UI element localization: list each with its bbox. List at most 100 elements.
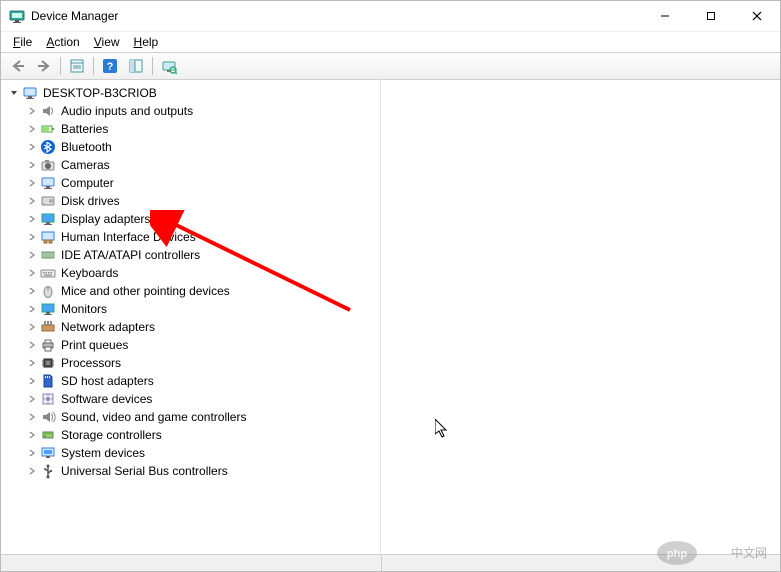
tree-item-label: Software devices	[59, 392, 154, 406]
forward-button[interactable]	[31, 54, 57, 78]
chevron-right-icon[interactable]	[25, 428, 39, 442]
storage-icon	[40, 427, 56, 443]
splitter[interactable]	[380, 77, 381, 555]
tree-item[interactable]: System devices	[7, 444, 780, 462]
close-button[interactable]	[734, 1, 780, 31]
printer-icon	[40, 337, 56, 353]
properties-button[interactable]	[64, 54, 90, 78]
chevron-right-icon[interactable]	[25, 122, 39, 136]
disk-icon	[40, 193, 56, 209]
chevron-right-icon[interactable]	[25, 230, 39, 244]
camera-icon	[40, 157, 56, 173]
chevron-right-icon[interactable]	[25, 248, 39, 262]
tree-item[interactable]: Software devices	[7, 390, 780, 408]
sound-icon	[40, 409, 56, 425]
chevron-right-icon[interactable]	[25, 176, 39, 190]
window-title: Device Manager	[31, 9, 118, 23]
tree-item[interactable]: Computer	[7, 174, 780, 192]
chevron-right-icon[interactable]	[25, 212, 39, 226]
bluetooth-icon	[40, 139, 56, 155]
chevron-right-icon[interactable]	[25, 446, 39, 460]
app-icon	[9, 8, 25, 24]
display-icon	[40, 211, 56, 227]
tree-item[interactable]: Batteries	[7, 120, 780, 138]
tree-item[interactable]: Monitors	[7, 300, 780, 318]
chevron-right-icon[interactable]	[25, 140, 39, 154]
tree-item-label: Disk drives	[59, 194, 122, 208]
chevron-right-icon[interactable]	[25, 392, 39, 406]
tree-root-label: DESKTOP-B3CRIOB	[41, 86, 159, 100]
tree-item[interactable]: Keyboards	[7, 264, 780, 282]
tree-item[interactable]: Audio inputs and outputs	[7, 102, 780, 120]
maximize-button[interactable]	[688, 1, 734, 31]
back-button[interactable]	[5, 54, 31, 78]
menu-view[interactable]: View	[88, 34, 126, 50]
status-segment	[1, 555, 382, 571]
tree-item[interactable]: Sound, video and game controllers	[7, 408, 780, 426]
chevron-right-icon[interactable]	[25, 104, 39, 118]
chevron-right-icon[interactable]	[25, 338, 39, 352]
tree-item-label: Print queues	[59, 338, 130, 352]
show-hidden-button[interactable]	[123, 54, 149, 78]
toolbar: ?	[1, 52, 780, 80]
help-button[interactable]: ?	[97, 54, 123, 78]
tree-item[interactable]: Disk drives	[7, 192, 780, 210]
chevron-right-icon[interactable]	[25, 320, 39, 334]
tree-item[interactable]: Processors	[7, 354, 780, 372]
battery-icon	[40, 121, 56, 137]
sd-icon	[40, 373, 56, 389]
tree-item[interactable]: Mice and other pointing devices	[7, 282, 780, 300]
menu-file[interactable]: File	[7, 34, 38, 50]
device-manager-window: Device Manager File Action View Help	[0, 0, 781, 572]
network-icon	[40, 319, 56, 335]
mouse-icon	[40, 283, 56, 299]
tree-item[interactable]: SD host adapters	[7, 372, 780, 390]
tree-item-label: Display adapters	[59, 212, 152, 226]
tree-item[interactable]: Display adapters	[7, 210, 780, 228]
menu-bar: File Action View Help	[1, 32, 780, 52]
chevron-right-icon[interactable]	[25, 158, 39, 172]
tree-item[interactable]: Human Interface Devices	[7, 228, 780, 246]
minimize-button[interactable]	[642, 1, 688, 31]
tree-item[interactable]: Storage controllers	[7, 426, 780, 444]
chevron-right-icon[interactable]	[25, 266, 39, 280]
tree-item[interactable]: IDE ATA/ATAPI controllers	[7, 246, 780, 264]
status-bar	[1, 554, 780, 571]
chevron-right-icon[interactable]	[25, 464, 39, 478]
tree-root[interactable]: DESKTOP-B3CRIOB	[7, 84, 780, 102]
tree-item-label: Computer	[59, 176, 116, 190]
tree-item[interactable]: Print queues	[7, 336, 780, 354]
tree-item-label: Cameras	[59, 158, 112, 172]
chevron-right-icon[interactable]	[25, 284, 39, 298]
tree-item-label: Network adapters	[59, 320, 157, 334]
tree-item-label: IDE ATA/ATAPI controllers	[59, 248, 202, 262]
chevron-right-icon[interactable]	[25, 194, 39, 208]
tree-item-label: System devices	[59, 446, 147, 460]
system-icon	[40, 445, 56, 461]
scan-button[interactable]	[156, 54, 182, 78]
menu-action[interactable]: Action	[40, 34, 85, 50]
tree-item[interactable]: Universal Serial Bus controllers	[7, 462, 780, 480]
chevron-down-icon[interactable]	[7, 86, 21, 100]
tree-item[interactable]: Cameras	[7, 156, 780, 174]
hid-icon	[40, 229, 56, 245]
keyboard-icon	[40, 265, 56, 281]
svg-text:?: ?	[107, 61, 114, 73]
tree-panel: DESKTOP-B3CRIOB Audio inputs and outputs B…	[1, 80, 780, 554]
tree-item[interactable]: Network adapters	[7, 318, 780, 336]
tree-item-label: Batteries	[59, 122, 110, 136]
chevron-right-icon[interactable]	[25, 302, 39, 316]
tree-item-label: Bluetooth	[59, 140, 114, 154]
tree-item-label: SD host adapters	[59, 374, 156, 388]
device-tree[interactable]: DESKTOP-B3CRIOB Audio inputs and outputs B…	[1, 80, 780, 554]
chevron-right-icon[interactable]	[25, 356, 39, 370]
tree-item-label: Sound, video and game controllers	[59, 410, 248, 424]
computer-icon	[40, 175, 56, 191]
chevron-right-icon[interactable]	[25, 374, 39, 388]
chevron-right-icon[interactable]	[25, 410, 39, 424]
monitor-icon	[40, 301, 56, 317]
tree-item-label: Keyboards	[59, 266, 120, 280]
menu-help[interactable]: Help	[128, 34, 165, 50]
tree-item[interactable]: Bluetooth	[7, 138, 780, 156]
title-bar: Device Manager	[1, 1, 780, 32]
